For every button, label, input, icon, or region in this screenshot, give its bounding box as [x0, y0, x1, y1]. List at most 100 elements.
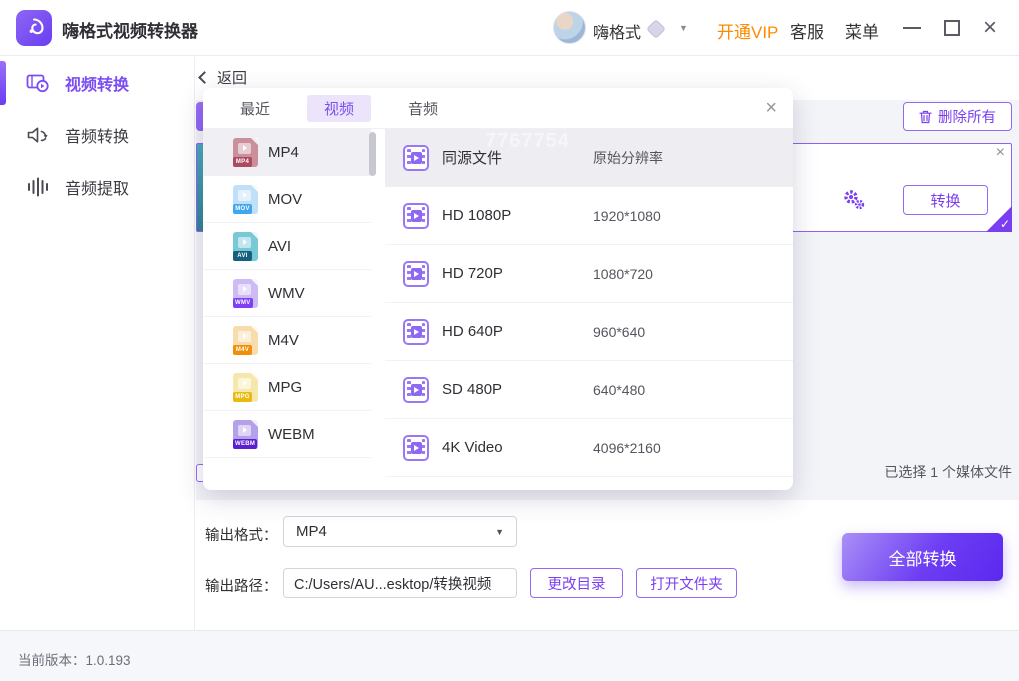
format-label: MOV	[268, 191, 302, 208]
format-item-mov[interactable]: MOV MOV	[203, 176, 371, 223]
resolution-value: 1080*720	[593, 266, 653, 282]
format-item-mpg[interactable]: MPG MPG	[203, 364, 371, 411]
status-bar	[0, 630, 1019, 681]
resolution-name: 同源文件	[442, 147, 502, 168]
resolution-name: 4K Video	[442, 439, 503, 456]
open-folder-label: 打开文件夹	[650, 573, 723, 594]
account-dropdown-caret-icon[interactable]: ▼	[679, 23, 688, 33]
delete-all-label: 删除所有	[938, 106, 996, 127]
mov-file-icon: MOV	[233, 185, 258, 214]
open-vip-button[interactable]: 开通VIP	[717, 18, 778, 43]
change-directory-label: 更改目录	[548, 573, 606, 594]
minimize-button[interactable]	[903, 27, 921, 29]
tab-label: 视频	[324, 98, 354, 119]
format-label: MPG	[268, 379, 302, 396]
select-caret-icon: ▼	[495, 527, 504, 537]
tab-label: 最近	[240, 98, 270, 119]
change-directory-button[interactable]: 更改目录	[530, 568, 623, 598]
format-item-wmv[interactable]: WMV WMV	[203, 270, 371, 317]
close-window-button[interactable]: ×	[983, 15, 997, 41]
convert-all-label: 全部转换	[889, 545, 957, 570]
remove-file-icon[interactable]: ×	[996, 145, 1005, 161]
resolution-value: 640*480	[593, 382, 645, 398]
app-window: 嗨格式视频转换器 嗨格式 ▼ 开通VIP 客服 菜单 × 视频转换	[0, 0, 1019, 681]
delete-all-button[interactable]: 删除所有	[903, 102, 1012, 131]
back-button[interactable]: 返回	[200, 67, 247, 88]
format-label: WMV	[268, 285, 305, 302]
format-list: MP4 MP4 MOV MOV AVI AVI WMV WMV M4V M4V …	[203, 129, 371, 458]
menu-button[interactable]: 菜单	[845, 18, 879, 43]
open-folder-button[interactable]: 打开文件夹	[636, 568, 737, 598]
format-label: WEBM	[268, 426, 315, 443]
resolution-name: HD 640P	[442, 323, 503, 340]
popup-close-icon[interactable]: ×	[765, 98, 777, 118]
format-list-scrollbar[interactable]	[369, 132, 376, 176]
webm-file-icon: WEBM	[233, 420, 258, 449]
sidebar: 视频转换 音频转换	[0, 57, 195, 630]
maximize-button[interactable]	[944, 20, 960, 36]
format-label: M4V	[268, 332, 299, 349]
tab-recent[interactable]: 最近	[223, 95, 287, 122]
resolution-item-640p[interactable]: HD 640P 960*640	[385, 303, 793, 361]
convert-label: 转换	[930, 190, 960, 211]
sidebar-item-audio-convert[interactable]: 音频转换	[0, 109, 194, 161]
output-format-label: 输出格式：	[205, 524, 278, 545]
tab-video[interactable]: 视频	[307, 95, 371, 122]
convert-button[interactable]: 转换	[903, 185, 988, 215]
format-item-mp4[interactable]: MP4 MP4	[203, 129, 371, 176]
user-avatar[interactable]	[553, 11, 586, 44]
username[interactable]: 嗨格式	[593, 19, 641, 43]
audio-convert-icon	[26, 123, 50, 147]
version-text: 当前版本：1.0.193	[18, 649, 131, 669]
output-path-input[interactable]	[283, 568, 517, 598]
resolution-list: 同源文件 原始分辨率 HD 1080P 1920*1080 HD 720P 10…	[385, 129, 793, 477]
resolution-item-4k[interactable]: 4K Video 4096*2160	[385, 419, 793, 477]
film-play-icon	[403, 145, 429, 171]
swirl-icon	[22, 16, 46, 40]
app-logo	[16, 10, 52, 46]
resolution-value: 960*640	[593, 324, 645, 340]
film-play-icon	[403, 377, 429, 403]
convert-all-button[interactable]: 全部转换	[842, 533, 1003, 581]
sidebar-item-label: 音频转换	[65, 123, 129, 147]
sidebar-item-label: 音频提取	[65, 175, 129, 199]
format-item-webm[interactable]: WEBM WEBM	[203, 411, 371, 458]
resolution-name: SD 480P	[442, 381, 502, 398]
mp4-file-icon: MP4	[233, 138, 258, 167]
format-label: AVI	[268, 238, 291, 255]
resolution-item-720p[interactable]: HD 720P 1080*720	[385, 245, 793, 303]
film-play-icon	[403, 435, 429, 461]
member-gem-icon	[646, 19, 666, 39]
back-chevron-icon	[198, 71, 211, 84]
resolution-item-source[interactable]: 同源文件 原始分辨率	[385, 129, 793, 187]
sidebar-item-audio-extract[interactable]: 音频提取	[0, 161, 194, 213]
output-format-select[interactable]: MP4 ▼	[283, 516, 517, 547]
resolution-name: HD 1080P	[442, 207, 511, 224]
app-title: 嗨格式视频转换器	[62, 17, 198, 42]
film-play-icon	[403, 319, 429, 345]
resolution-item-1080p[interactable]: HD 1080P 1920*1080	[385, 187, 793, 245]
tab-label: 音频	[408, 98, 438, 119]
popup-tabs: 最近 视频 音频	[203, 88, 793, 129]
wmv-file-icon: WMV	[233, 279, 258, 308]
mpg-file-icon: MPG	[233, 373, 258, 402]
sidebar-item-label: 视频转换	[65, 71, 129, 95]
trash-icon	[919, 110, 932, 124]
film-play-icon	[403, 261, 429, 287]
avi-file-icon: AVI	[233, 232, 258, 261]
sidebar-item-video-convert[interactable]: 视频转换	[0, 57, 194, 109]
resolution-name: HD 720P	[442, 265, 503, 282]
format-item-m4v[interactable]: M4V M4V	[203, 317, 371, 364]
format-label: MP4	[268, 144, 299, 161]
resolution-item-480p[interactable]: SD 480P 640*480	[385, 361, 793, 419]
format-item-avi[interactable]: AVI AVI	[203, 223, 371, 270]
film-play-icon	[403, 203, 429, 229]
audio-extract-icon	[26, 175, 50, 199]
checkmark-icon: ✓	[1000, 217, 1010, 231]
back-label: 返回	[217, 67, 247, 88]
tab-audio[interactable]: 音频	[391, 95, 455, 122]
resolution-value: 1920*1080	[593, 208, 661, 224]
settings-gear-icon[interactable]	[842, 188, 866, 217]
customer-service-button[interactable]: 客服	[790, 18, 824, 43]
output-format-value: MP4	[296, 523, 327, 540]
